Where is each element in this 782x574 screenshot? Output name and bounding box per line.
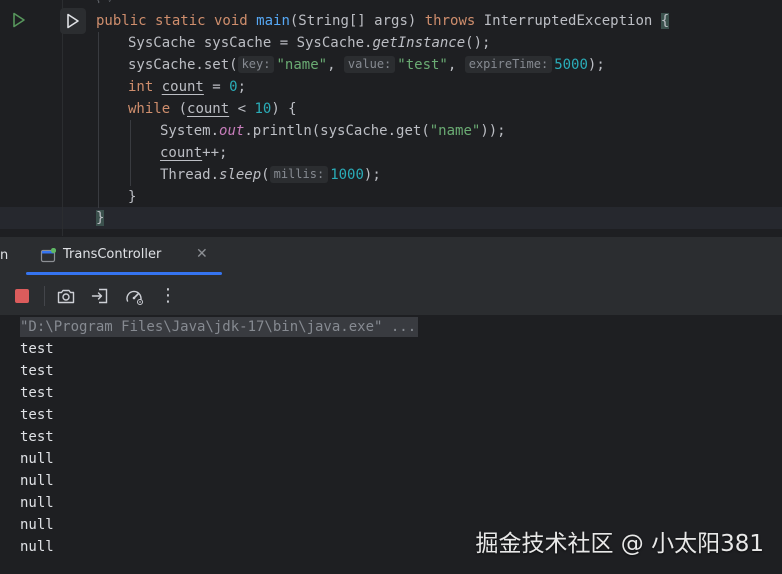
code-text: sysCache.set(	[128, 57, 238, 73]
parameter-hint-key: key:	[237, 56, 275, 73]
code-text: ) {	[271, 101, 297, 117]
parameter-hint-value: value:	[343, 56, 396, 73]
tab-partial-hidden[interactable]: n	[0, 248, 8, 263]
string-literal: "name"	[276, 57, 328, 73]
console-line: test	[20, 363, 54, 379]
active-tab-indicator	[26, 272, 222, 275]
code-text: System.	[160, 123, 220, 139]
run-toolbar: ⋮	[0, 277, 782, 315]
code-text: ,	[447, 57, 465, 73]
keyword: int	[128, 79, 162, 95]
keyword: public static void	[96, 13, 257, 29]
stop-icon	[15, 289, 29, 303]
method-name: sleep	[219, 167, 262, 183]
code-line-7[interactable]: count++;	[160, 142, 227, 164]
code-text: ;	[237, 79, 247, 95]
keyword: throws	[424, 13, 476, 29]
console-line: null	[20, 517, 54, 533]
code-text: );	[363, 167, 381, 183]
matched-brace: }	[96, 210, 105, 226]
parameter-hint-expire: expireTime:	[464, 56, 553, 73]
console-line: null	[20, 495, 54, 511]
code-text: );	[587, 57, 605, 73]
screenshot-button[interactable]	[56, 286, 76, 306]
stop-button[interactable]	[12, 286, 32, 306]
method-name: getInstance	[372, 35, 466, 51]
code-line-3[interactable]: sysCache.set(key: "name", value: "test", e…	[128, 54, 605, 76]
number-literal: 10	[254, 101, 272, 117]
code-line-2[interactable]: SysCache sysCache = SysCache.getInstance…	[128, 32, 490, 54]
camera-icon	[57, 289, 75, 304]
run-main-button[interactable]	[60, 8, 86, 34]
code-line-6[interactable]: System.out.println(sysCache.get("name"))…	[160, 120, 506, 142]
keyword: while	[128, 101, 179, 117]
code-text: .println(sysCache.get(	[244, 123, 430, 139]
number-literal: 5000	[554, 57, 588, 73]
method-name: main	[256, 13, 290, 29]
code-text: =	[203, 79, 230, 95]
number-literal: 1000	[330, 167, 364, 183]
number-literal: 0	[229, 79, 238, 95]
code-editor[interactable]: ⌇ ˅ public static void main(String[] arg…	[0, 0, 782, 236]
code-text: SysCache sysCache = SysCache.	[128, 35, 373, 51]
variable: count	[187, 101, 230, 117]
run-gutter-icon[interactable]	[12, 12, 26, 28]
code-text: InterruptedException	[475, 13, 661, 29]
string-literal: "test"	[397, 57, 448, 73]
restore-layout-button[interactable]	[90, 286, 110, 306]
code-vision-hint[interactable]: ⌇ ˅	[96, 0, 113, 6]
application-icon	[40, 247, 57, 268]
code-text: (String[] args)	[289, 13, 425, 29]
code-text: ));	[480, 123, 506, 139]
console-line: test	[20, 429, 54, 445]
console-line: test	[20, 407, 54, 423]
console-line: null	[20, 539, 54, 555]
variable: count	[160, 145, 203, 161]
matched-brace: {	[660, 13, 670, 29]
tab-transcontroller[interactable]: TransController ✕	[26, 236, 222, 276]
console-line: test	[20, 341, 54, 357]
code-line-9[interactable]: }	[128, 186, 136, 208]
parameter-hint-millis: millis:	[269, 166, 329, 183]
code-text: <	[229, 101, 255, 117]
tab-label: TransController	[63, 247, 162, 262]
code-line-5[interactable]: while (count < 10) {	[128, 98, 297, 120]
profiler-button[interactable]	[124, 286, 144, 306]
code-text: (	[261, 167, 270, 183]
toolbar-separator	[44, 286, 45, 306]
watermark: 掘金技术社区 @ 小太阳381	[475, 531, 764, 557]
console-line: null	[20, 451, 54, 467]
more-options-icon[interactable]: ⋮	[158, 286, 178, 306]
indent-guide	[130, 120, 131, 186]
play-icon	[67, 13, 79, 29]
code-line-10[interactable]: }	[96, 207, 105, 229]
code-line-1[interactable]: public static void main(String[] args) t…	[96, 10, 670, 32]
code-text: }	[128, 189, 137, 205]
code-line-8[interactable]: Thread.sleep(millis: 1000);	[160, 164, 381, 186]
code-text: ();	[465, 35, 491, 51]
sign-in-icon	[91, 288, 108, 304]
code-line-4[interactable]: int count = 0;	[128, 76, 246, 98]
current-line-highlight	[0, 207, 782, 229]
indent-guide	[98, 32, 99, 208]
console-line: test	[20, 385, 54, 401]
static-field: out	[219, 123, 245, 139]
gauge-icon	[126, 290, 143, 305]
console-line: null	[20, 473, 54, 489]
code-text: ++;	[202, 145, 228, 161]
close-icon[interactable]: ✕	[196, 247, 210, 261]
string-literal: "name"	[429, 123, 481, 139]
code-text: Thread.	[160, 167, 220, 183]
code-text: (	[178, 101, 188, 117]
code-text: ,	[327, 57, 344, 73]
folded-command-line[interactable]: "D:\Program Files\Java\jdk-17\bin\java.e…	[20, 317, 419, 337]
gutter-separator	[62, 0, 63, 236]
variable: count	[161, 79, 204, 95]
